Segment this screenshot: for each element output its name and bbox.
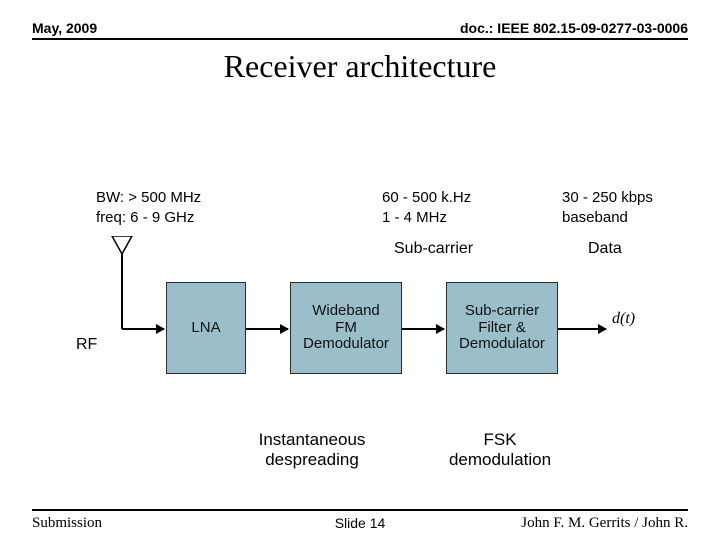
spec-out: 30 - 250 kbps baseband <box>562 188 653 229</box>
block-scfd-label: Sub-carrier Filter & Demodulator <box>459 303 545 353</box>
label-despreading: Instantaneous despreading <box>232 430 392 470</box>
spec-rf-freq: freq: 6 - 9 GHz <box>96 208 201 228</box>
slide-root: May, 2009 doc.: IEEE 802.15-09-0277-03-0… <box>0 0 720 540</box>
label-subcarrier: Sub-carrier <box>394 240 473 258</box>
slide-title: Receiver architecture <box>32 48 688 85</box>
slide-header: May, 2009 doc.: IEEE 802.15-09-0277-03-0… <box>32 20 688 40</box>
output-symbol: d(t) <box>612 310 635 328</box>
header-date: May, 2009 <box>32 20 97 36</box>
arrow-out <box>558 328 606 330</box>
label-data: Data <box>588 240 622 258</box>
block-scfd: Sub-carrier Filter & Demodulator <box>446 282 558 374</box>
spec-rf-bw: BW: > 500 MHz <box>96 188 201 208</box>
block-lna-label: LNA <box>191 320 220 337</box>
arrow-in <box>122 328 164 330</box>
arrow-a <box>246 328 288 330</box>
slide-footer: Submission Slide 14 John F. M. Gerrits /… <box>32 509 688 532</box>
footer-center: Slide 14 <box>32 515 688 531</box>
block-wfm-label: Wideband FM Demodulator <box>303 303 389 353</box>
block-wfm: Wideband FM Demodulator <box>290 282 402 374</box>
antenna-feed <box>121 286 123 329</box>
spec-out-line2: baseband <box>562 208 653 228</box>
spec-inter: 60 - 500 k.Hz 1 - 4 MHz <box>382 188 471 229</box>
arrow-b <box>402 328 444 330</box>
label-fsk: FSK demodulation <box>420 430 580 470</box>
header-doc-ref: doc.: IEEE 802.15-09-0277-03-0006 <box>460 20 688 36</box>
spec-out-line1: 30 - 250 kbps <box>562 188 653 208</box>
spec-rf: BW: > 500 MHz freq: 6 - 9 GHz <box>96 188 201 229</box>
block-diagram: LNA Wideband FM Demodulator Sub-carrier … <box>86 270 646 390</box>
block-lna: LNA <box>166 282 246 374</box>
spec-inter-line1: 60 - 500 k.Hz <box>382 188 471 208</box>
spec-inter-line2: 1 - 4 MHz <box>382 208 471 228</box>
antenna-icon <box>110 236 134 286</box>
